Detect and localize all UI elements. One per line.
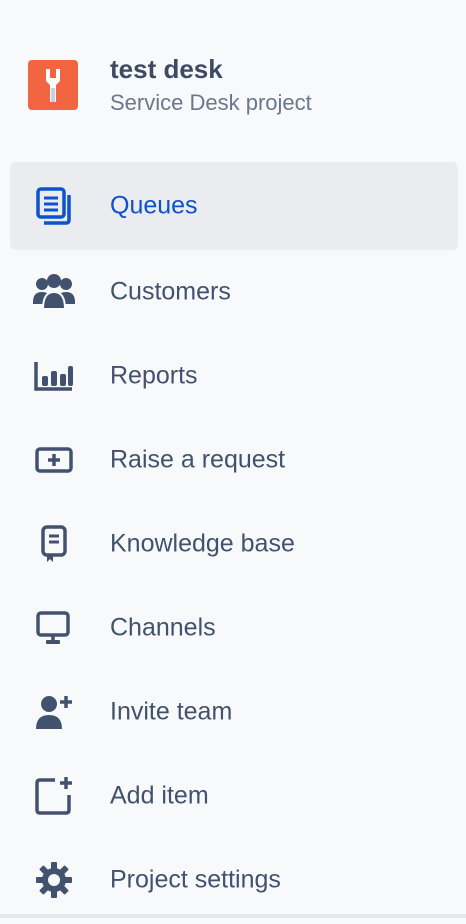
divider (0, 914, 466, 918)
gear-icon (32, 858, 76, 902)
add-item-icon (32, 774, 76, 818)
sidebar-item-channels[interactable]: Channels (10, 586, 458, 670)
sidebar-item-label: Customers (110, 277, 231, 306)
knowledge-base-icon (32, 522, 76, 566)
queues-icon (32, 184, 76, 228)
project-avatar[interactable] (28, 60, 78, 110)
invite-team-icon (32, 690, 76, 734)
sidebar-item-customers[interactable]: Customers (10, 250, 458, 334)
sidebar-item-label: Add item (110, 781, 209, 810)
project-header[interactable]: test desk Service Desk project (28, 54, 448, 118)
sidebar-item-label: Knowledge base (110, 529, 295, 558)
raise-request-icon (32, 438, 76, 482)
sidebar-item-reports[interactable]: Reports (10, 334, 458, 418)
sidebar-item-project-settings[interactable]: Project settings (10, 838, 458, 922)
sidebar-item-invite-team[interactable]: Invite team (10, 670, 458, 754)
sidebar-item-label: Project settings (110, 865, 281, 894)
sidebar-item-raise-request[interactable]: Raise a request (10, 418, 458, 502)
customers-icon (32, 270, 76, 314)
project-type: Service Desk project (110, 90, 312, 115)
channels-icon (32, 606, 76, 650)
project-name: test desk (110, 54, 223, 84)
sidebar-item-knowledge-base[interactable]: Knowledge base (10, 502, 458, 586)
sidebar-item-label: Raise a request (110, 445, 286, 474)
wrench-icon (46, 69, 60, 102)
sidebar-item-label: Queues (110, 191, 198, 220)
sidebar-item-label: Channels (110, 613, 216, 642)
sidebar-item-label: Reports (110, 361, 198, 390)
sidebar-nav: Queues Customers Reports Raise a request… (10, 162, 458, 922)
sidebar-item-label: Invite team (110, 697, 233, 726)
sidebar-item-add-item[interactable]: Add item (10, 754, 458, 838)
reports-icon (32, 354, 76, 398)
sidebar-item-queues[interactable]: Queues (10, 162, 458, 250)
